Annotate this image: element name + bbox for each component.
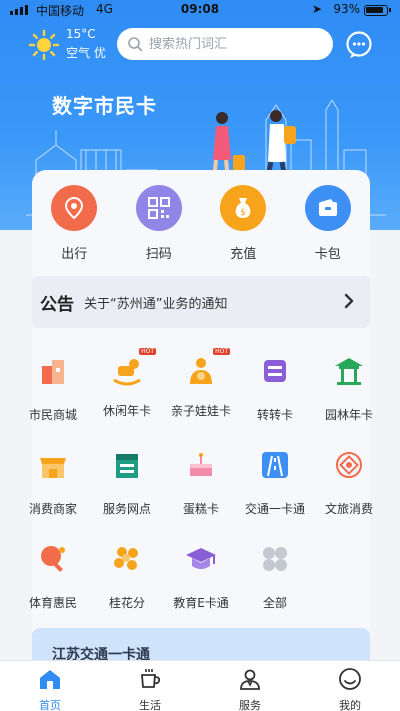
hot-badge: HOT — [139, 348, 156, 355]
mall-icon — [42, 360, 64, 384]
service-label: 服务网点 — [102, 502, 151, 516]
service-label: 市民商城 — [28, 408, 77, 422]
service-label: 交通一卡通 — [244, 502, 305, 516]
culture-icon — [336, 452, 362, 478]
tab-label: 我的 — [339, 699, 361, 711]
service-item[interactable]: 桂花分 — [90, 542, 164, 611]
hot-badge: HOT — [213, 348, 230, 355]
quick-action-label: 卡包 — [314, 247, 341, 262]
money-bag-icon: $ — [220, 185, 267, 231]
service-point-icon — [116, 454, 138, 478]
battery-percent: 93% — [333, 2, 360, 16]
service-item[interactable]: HOT 休闲年卡 — [90, 348, 164, 419]
quick-action-recharge[interactable]: $ 充值 — [201, 185, 286, 262]
search-icon — [128, 37, 143, 52]
profile-icon — [339, 668, 361, 690]
service-label: 亲子娃娃卡 — [170, 404, 231, 418]
all-apps-icon — [263, 547, 287, 571]
service-label: 体育惠民 — [28, 596, 77, 610]
graduation-cap-icon — [186, 548, 216, 569]
tab-label: 服务 — [239, 699, 261, 711]
quick-action-wallet[interactable]: 卡包 — [286, 185, 371, 262]
service-item[interactable]: HOT 亲子娃娃卡 — [164, 348, 238, 419]
tab-mine[interactable]: 我的 — [300, 661, 400, 711]
pavilion-icon — [335, 358, 363, 385]
transfer-card-icon — [264, 360, 286, 382]
svg-text:$: $ — [240, 208, 246, 218]
service-item[interactable]: 消费商家 — [16, 448, 90, 517]
temperature: 15°C — [66, 27, 96, 41]
quick-actions: 出行 扫码 $ 充值 卡包 — [32, 185, 370, 262]
battery-icon — [364, 5, 391, 16]
tab-life[interactable]: 生活 — [100, 661, 200, 711]
service-item[interactable]: 体育惠民 — [16, 542, 90, 611]
notice-bar[interactable]: 公告 关于“苏州通”业务的通知 — [32, 276, 370, 328]
service-label: 教育E卡通 — [173, 596, 229, 610]
search-input[interactable] — [149, 36, 319, 52]
service-item[interactable]: 蛋糕卡 — [164, 448, 238, 517]
notice-tag: 公告 — [40, 294, 74, 315]
service-label: 蛋糕卡 — [182, 502, 219, 516]
service-label: 园林年卡 — [324, 408, 373, 422]
service-item[interactable]: 转转卡 — [238, 354, 312, 423]
osmanthus-icon — [114, 547, 138, 570]
location-arrow-icon: ➤ — [311, 2, 322, 16]
message-icon[interactable] — [344, 30, 374, 60]
search-bar[interactable] — [117, 28, 333, 60]
sun-icon — [28, 29, 60, 61]
service-label: 桂花分 — [108, 596, 145, 610]
service-person-icon — [240, 669, 260, 690]
bottom-tab-bar: 首页 生活 服务 我的 — [0, 660, 400, 711]
service-item[interactable]: 服务网点 — [90, 448, 164, 517]
service-label: 休闲年卡 — [102, 404, 151, 418]
service-item[interactable]: 文旅消费 — [312, 448, 386, 517]
service-label: 全部 — [262, 596, 287, 610]
service-item[interactable]: 市民商城 — [16, 354, 90, 423]
service-label: 转转卡 — [256, 408, 293, 422]
service-label: 消费商家 — [28, 502, 77, 516]
service-item[interactable]: 教育E卡通 — [164, 542, 238, 611]
service-item[interactable]: 交通一卡通 — [238, 448, 312, 517]
location-pin-icon — [51, 185, 98, 231]
service-item[interactable]: 全部 — [238, 542, 312, 611]
notice-text: 关于“苏州通”业务的通知 — [84, 296, 228, 312]
qr-code-icon — [135, 185, 182, 231]
chevron-right-icon — [344, 293, 354, 309]
home-icon — [40, 670, 60, 689]
parent-child-icon: HOT — [184, 348, 230, 388]
wallet-icon — [304, 185, 351, 231]
coffee-cup-icon — [141, 669, 161, 688]
cake-icon — [190, 453, 212, 476]
quick-action-label: 充值 — [230, 247, 257, 262]
quick-action-label: 扫码 — [145, 247, 172, 262]
quick-action-travel[interactable]: 出行 — [32, 185, 117, 262]
rocking-horse-icon: HOT — [110, 348, 156, 388]
service-label: 文旅消费 — [324, 502, 373, 516]
shop-icon — [40, 458, 66, 478]
air-quality: 空气 优 — [66, 46, 106, 60]
tab-label: 首页 — [39, 699, 61, 711]
tab-service[interactable]: 服务 — [200, 661, 300, 711]
quick-action-label: 出行 — [61, 247, 88, 262]
quick-action-scan[interactable]: 扫码 — [117, 185, 202, 262]
tab-home[interactable]: 首页 — [0, 661, 100, 711]
status-bar: 中国移动 4G 09:08 ➤ 93% — [0, 0, 400, 20]
service-item[interactable]: 园林年卡 — [312, 354, 386, 423]
road-icon — [262, 452, 288, 478]
ping-pong-icon — [41, 546, 65, 572]
tab-label: 生活 — [139, 699, 161, 711]
